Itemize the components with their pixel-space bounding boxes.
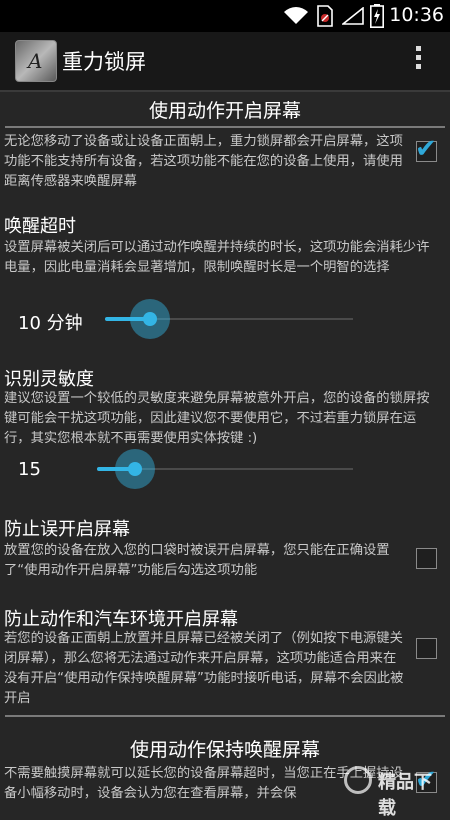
action-bar: A 重力锁屏 — [0, 32, 450, 92]
wake-by-motion-checkbox[interactable]: ✔ — [415, 134, 437, 164]
section-header-wake-by-motion: 使用动作开启屏幕 — [148, 100, 301, 122]
status-time: 10:36 — [389, 4, 444, 26]
slider-thumb[interactable] — [115, 449, 155, 489]
watermark-logo: 精品下载 — [344, 764, 444, 819]
pocket-mode-checkbox[interactable] — [416, 548, 437, 569]
signal-icon — [342, 7, 364, 25]
slider-thumb[interactable] — [130, 299, 170, 339]
wake-timeout-title: 唤醒超时 — [4, 216, 76, 237]
section-divider — [5, 126, 445, 128]
app-title: 重力锁屏 — [62, 50, 146, 74]
battery-charging-icon — [370, 4, 384, 28]
overflow-menu-icon[interactable] — [416, 46, 422, 73]
wifi-icon — [284, 7, 308, 25]
app-icon[interactable]: A — [15, 40, 57, 82]
wake-timeout-value: 10 分钟 — [18, 313, 83, 334]
watermark-text: 精品下载 — [378, 772, 432, 819]
section-divider — [5, 715, 445, 717]
car-mode-title: 防止动作和汽车环境开启屏幕 — [4, 609, 238, 630]
status-bar: 10:36 — [0, 0, 450, 32]
wake-timeout-description: 设置屏幕被关闭后可以通过动作唤醒并持续的时长，这项功能会消耗少许电量，因此电量消… — [4, 240, 430, 275]
section-header-keep-awake: 使用动作保持唤醒屏幕 — [129, 739, 320, 761]
pocket-mode-description: 放置您的设备在放入您的口袋时被误开启屏幕，您只能在正确设置了“使用动作开启屏幕”… — [4, 543, 390, 578]
no-sim-icon — [317, 5, 333, 27]
pocket-mode-title: 防止误开启屏幕 — [4, 519, 130, 540]
car-mode-description: 若您的设备正面朝上放置并且屏幕已经被关闭了（例如按下电源键关闭屏幕），那么您将无… — [4, 631, 404, 706]
car-mode-checkbox[interactable] — [416, 638, 437, 659]
sensitivity-description: 建议您设置一个较低的灵敏度来避免屏幕被意外开启，您的设备的锁屏按键可能会干扰这项… — [4, 391, 430, 446]
app-icon-letter: A — [28, 49, 43, 73]
wake-by-motion-description: 无论您移动了设备或让设备正面朝上，重力锁屏都会开启屏幕，这项功能不能支持所有设备… — [4, 134, 403, 189]
sensitivity-title: 识别灵敏度 — [4, 369, 94, 390]
sensitivity-value: 15 — [18, 459, 41, 480]
check-icon: ✔ — [415, 134, 437, 164]
